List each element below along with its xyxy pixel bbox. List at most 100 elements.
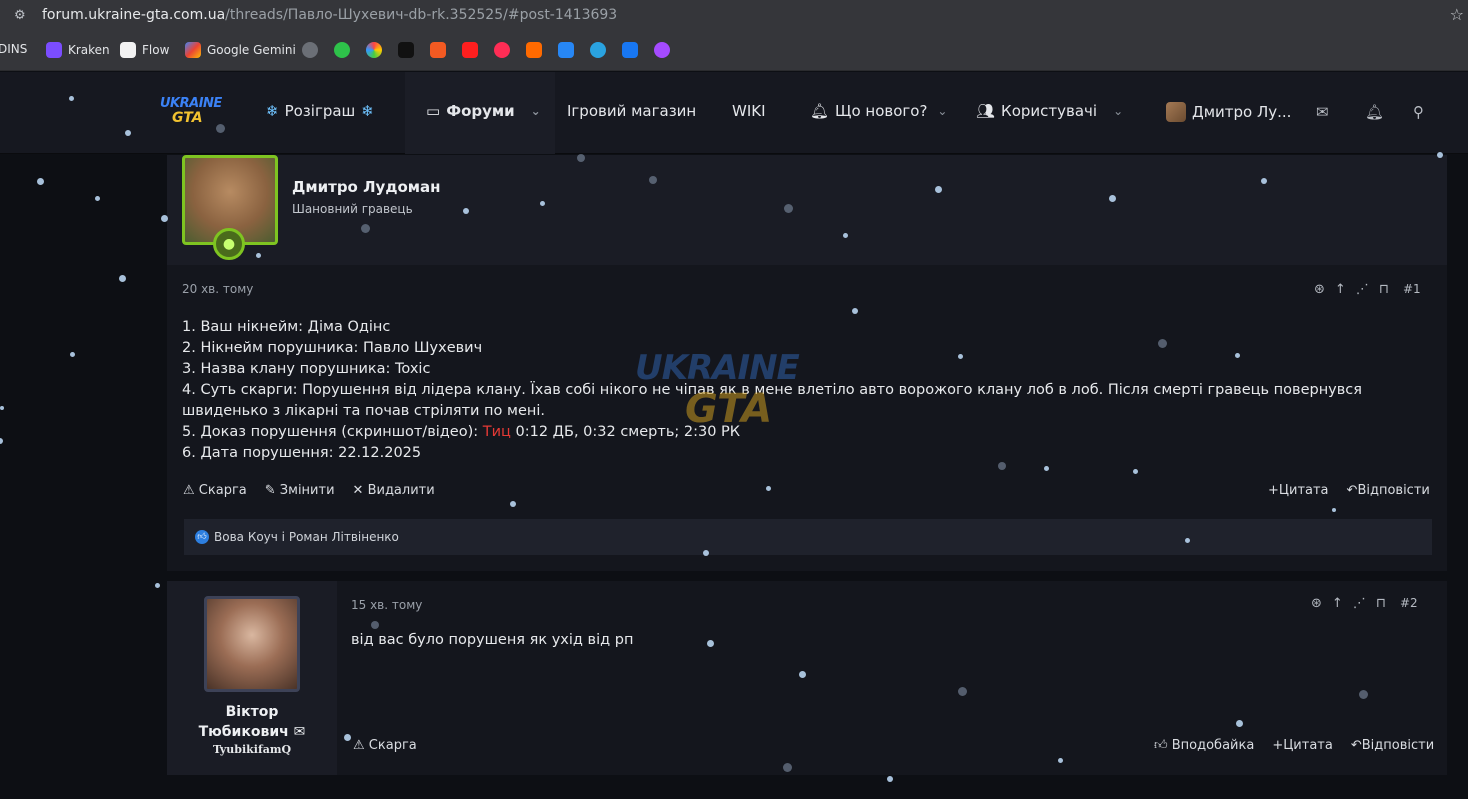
- soundcloud-icon[interactable]: [526, 42, 542, 58]
- report-button[interactable]: ⚠ Скарга: [183, 483, 247, 498]
- bookmark-gemini[interactable]: Google Gemini: [185, 42, 296, 58]
- post-2: Віктор Тюбикович ✉ TyubikifamQ 15 хв. то…: [167, 581, 1447, 775]
- action-label: Скарга: [368, 738, 417, 753]
- nav-forums[interactable]: ▭ Форуми ⌄: [426, 102, 541, 120]
- warning-icon: ⚠: [353, 738, 365, 753]
- reply-icon: ↶: [1346, 483, 1358, 498]
- chevron-down-icon[interactable]: ⌄: [937, 104, 947, 118]
- browser-address-bar[interactable]: ⚙ forum.ukraine-gta.com.ua/threads/Павло…: [0, 0, 1468, 30]
- bookmark-label: Kraken: [68, 43, 110, 57]
- post-actions-right: +Цитата ↶Відповісти: [1268, 483, 1430, 498]
- ai-icon[interactable]: [398, 42, 414, 58]
- snowflake-icon: ❄: [361, 102, 374, 120]
- edit-button[interactable]: ✎ Змінити: [265, 483, 335, 498]
- address-url[interactable]: forum.ukraine-gta.com.ua/threads/Павло-Ш…: [42, 7, 617, 23]
- logo-text-top: UKRAINE: [160, 96, 222, 111]
- post-number[interactable]: #1: [1403, 282, 1421, 297]
- quote-button[interactable]: +Цитата: [1268, 483, 1329, 498]
- bookmark-icon[interactable]: ⊓: [1376, 596, 1386, 611]
- upwork-icon[interactable]: [334, 42, 350, 58]
- bookmark-kraken[interactable]: Kraken: [46, 42, 110, 58]
- app-icon[interactable]: [366, 42, 382, 58]
- nav-shop[interactable]: Ігровий магазин: [567, 102, 696, 120]
- like-icon: 👍︎: [195, 530, 209, 544]
- snowflake-particle: [887, 776, 893, 782]
- users-icon: 👥︎: [976, 102, 996, 120]
- bell-icon[interactable]: 🔔︎: [1365, 103, 1384, 121]
- evidence-link[interactable]: Тиц: [483, 424, 511, 440]
- share-icon[interactable]: ⋰: [1356, 282, 1369, 297]
- envelope-icon[interactable]: ✉: [294, 724, 306, 740]
- chevron-circle-icon[interactable]: ⊛: [1311, 596, 1322, 611]
- reply-icon: ↶: [1350, 738, 1362, 753]
- reactions-bar[interactable]: 👍︎ Вова Коуч і Роман Літвіненко: [184, 519, 1432, 555]
- snowflake-icon: ❄: [266, 102, 279, 120]
- youtube-icon[interactable]: [462, 42, 478, 58]
- search-icon[interactable]: ⚲: [1413, 103, 1424, 121]
- chevron-down-icon[interactable]: ⌄: [1113, 104, 1123, 118]
- nav-wiki[interactable]: WIKI: [732, 102, 766, 120]
- aliexpress-icon[interactable]: [430, 42, 446, 58]
- kraken-icon: [46, 42, 62, 58]
- quote-button[interactable]: +Цитата: [1272, 738, 1333, 753]
- avatar[interactable]: [204, 596, 300, 692]
- flow-icon: [120, 42, 136, 58]
- vk-icon[interactable]: [558, 42, 574, 58]
- avatar: [1166, 102, 1186, 122]
- warning-icon: ⚠: [183, 483, 195, 498]
- nav-account[interactable]: Дмитро Лу...: [1166, 102, 1291, 122]
- post-body: від вас було порушеня як ухід від рп: [351, 632, 634, 648]
- arrow-up-icon[interactable]: ↑: [1332, 596, 1343, 611]
- facebook-icon[interactable]: [622, 42, 638, 58]
- chevron-circle-icon[interactable]: ⊛: [1314, 282, 1325, 297]
- reply-button[interactable]: ↶Відповісти: [1351, 738, 1434, 753]
- bookmark-flow[interactable]: Flow: [120, 42, 169, 58]
- author-name[interactable]: Дмитро Лудоман: [292, 178, 441, 196]
- url-path: /threads/Павло-Шухевич-db-rk.352525/#pos…: [225, 7, 618, 23]
- author-name-line: Тюбикович: [198, 724, 289, 740]
- action-label: Видалити: [367, 483, 435, 498]
- post-number[interactable]: #2: [1400, 596, 1418, 611]
- bookmark-icon[interactable]: ⊓: [1379, 282, 1389, 297]
- bookmark-star-icon[interactable]: ☆: [1450, 5, 1464, 24]
- bookmark-dins[interactable]: DINS: [0, 42, 27, 56]
- watermark-text-top: UKRAINE: [635, 348, 800, 388]
- arrow-up-icon[interactable]: ↑: [1335, 282, 1346, 297]
- envelope-icon[interactable]: ✉: [1316, 103, 1329, 121]
- snowflake-particle: [69, 351, 75, 357]
- post-time[interactable]: 20 хв. тому: [182, 282, 253, 296]
- action-label: Цитата: [1283, 738, 1333, 753]
- post-time[interactable]: 15 хв. тому: [351, 598, 422, 612]
- share-icon[interactable]: ⋰: [1353, 596, 1366, 611]
- music-icon[interactable]: [494, 42, 510, 58]
- nav-whats-new[interactable]: 🔔︎ Що нового? ⌄: [810, 102, 947, 120]
- chevron-down-icon[interactable]: ⌄: [531, 104, 541, 118]
- reply-button[interactable]: ↶Відповісти: [1347, 483, 1430, 498]
- heart-icon[interactable]: [654, 42, 670, 58]
- site-logo[interactable]: UKRAINE GTA: [160, 96, 222, 130]
- logo-text-bottom: GTA: [172, 110, 203, 126]
- nav-label: Що нового?: [835, 102, 928, 120]
- url-host: forum.ukraine-gta.com.ua: [42, 7, 226, 23]
- reactions-list[interactable]: Вова Коуч і Роман Літвіненко: [214, 530, 399, 544]
- nav-users[interactable]: 👥︎ Користувачі ⌄: [976, 102, 1123, 120]
- bookmark-label: Google Gemini: [207, 43, 296, 57]
- post-actions-right: 👍︎ Вподобайка +Цитата ↶Відповісти: [1154, 738, 1434, 753]
- report-button[interactable]: ⚠ Скарга: [353, 738, 417, 753]
- snowflake-particle: [0, 438, 3, 444]
- action-label: Цитата: [1278, 483, 1329, 498]
- site-info-icon[interactable]: ⚙: [14, 8, 26, 23]
- bookmark-label: Flow: [142, 43, 170, 57]
- nav-giveaway[interactable]: ❄ Розіграш ❄: [266, 102, 374, 120]
- body-line: 6. Дата порушення: 22.12.2025: [182, 445, 422, 461]
- author-name[interactable]: Віктор Тюбикович ✉: [167, 702, 337, 742]
- nav-label: Ігровий магазин: [567, 102, 697, 120]
- post-actions-left: ⚠ Скарга ✎ Змінити ✕ Видалити: [183, 483, 435, 498]
- delete-button[interactable]: ✕ Видалити: [353, 483, 435, 498]
- site-watermark: UKRAINE GTA: [635, 348, 835, 444]
- telegram-icon[interactable]: [590, 42, 606, 58]
- chatgpt-icon[interactable]: [302, 42, 318, 58]
- action-label: Змінити: [279, 483, 335, 498]
- like-button[interactable]: 👍︎ Вподобайка: [1154, 738, 1254, 753]
- gemini-icon: [185, 42, 201, 58]
